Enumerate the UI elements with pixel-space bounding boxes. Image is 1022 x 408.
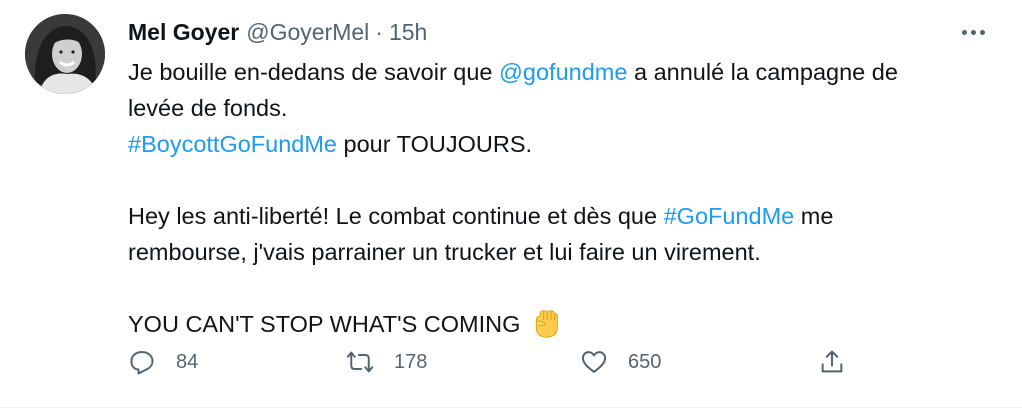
avatar[interactable] [25,14,105,94]
text-line: YOU CAN'T STOP WHAT'S COMING [128,306,988,342]
tweet-actions: 84 178 650 [128,344,848,380]
tweet[interactable]: Mel Goyer @GoyerMel · 15h Je bouille en-… [0,0,1022,408]
more-dot-icon [961,29,967,35]
separator-dot: · [375,19,383,45]
more-dot-icon [979,29,985,35]
timestamp[interactable]: 15h [389,18,427,46]
hashtag-link[interactable]: #BoycottGoFundMe [128,131,337,157]
author-name[interactable]: Mel Goyer [128,18,239,46]
retweet-count: 178 [394,350,428,373]
profile-photo [25,14,105,94]
like-count: 650 [628,350,662,373]
text-span: Hey les anti-liberté! Le combat continue… [128,203,664,229]
reply-button[interactable]: 84 [128,344,198,380]
text-line: rembourse, j'vais parrainer un trucker e… [128,239,761,265]
tweet-header: Mel Goyer @GoyerMel · 15h [128,18,427,46]
author-handle[interactable]: @GoyerMel [246,18,369,46]
more-dot-icon [970,29,976,35]
mention-link[interactable]: @gofundme [499,59,627,85]
hashtag-link[interactable]: #GoFundMe [664,203,795,229]
text-span: Je bouille en-dedans de savoir que [128,59,500,85]
heart-icon [581,351,607,373]
text-span: a annulé la campagne de [627,59,898,85]
text-span: me [794,203,834,229]
text-line: #BoycottGoFundMe pour TOUJOURS. [128,126,988,162]
text-span: YOU CAN'T STOP WHAT'S COMING [128,311,521,337]
tweet-text: Je bouille en-dedans de savoir que @gofu… [128,54,988,342]
text-line: Hey les anti-liberté! Le combat continue… [128,198,988,234]
more-options-button[interactable] [956,22,990,42]
raised-fist-icon [535,310,558,338]
retweet-icon [346,351,374,373]
reply-count: 84 [176,350,199,373]
text-line: Je bouille en-dedans de savoir que @gofu… [128,54,988,90]
share-button[interactable] [818,344,846,380]
text-span: pour TOUJOURS. [337,131,533,157]
reply-icon [130,351,154,375]
like-button[interactable]: 650 [580,344,661,380]
share-icon [821,350,843,373]
text-line: levée de fonds. [128,95,288,121]
retweet-button[interactable]: 178 [346,344,427,380]
